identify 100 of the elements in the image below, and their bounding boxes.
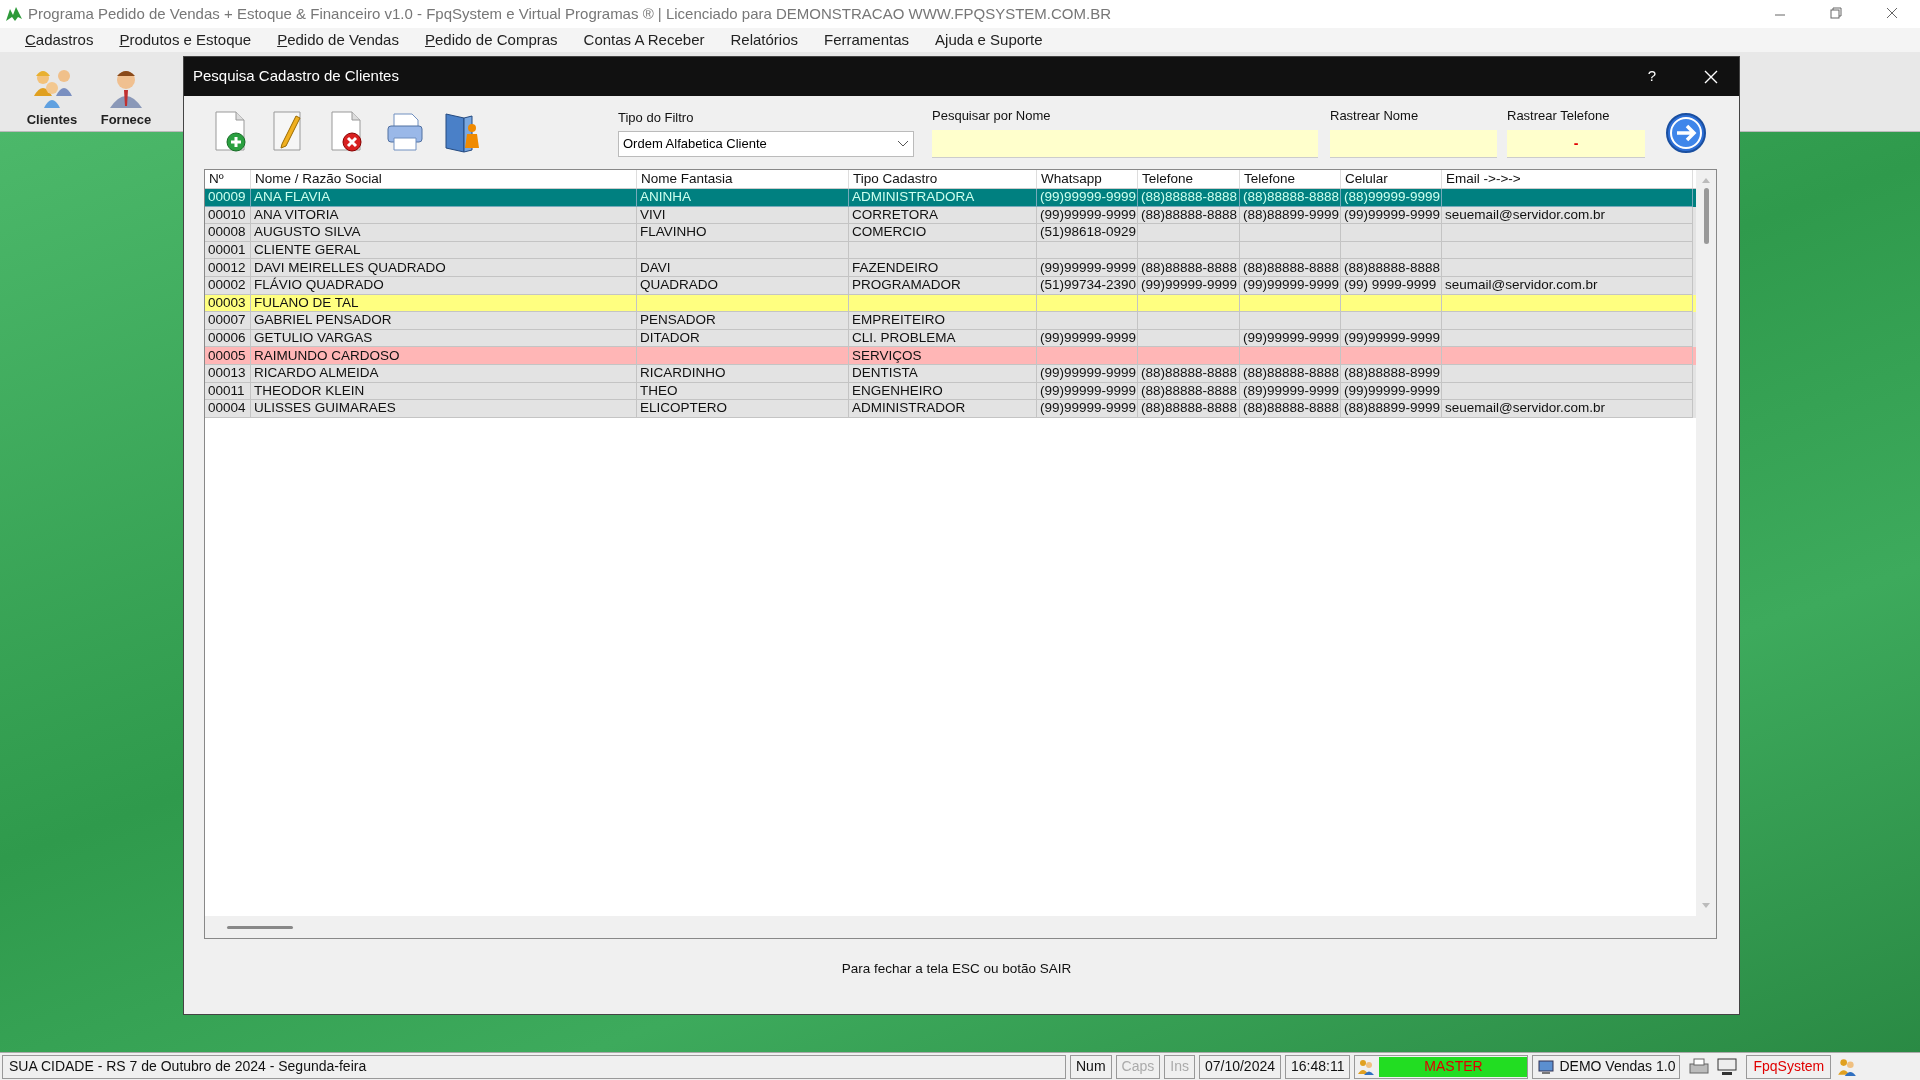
menu-item[interactable]: Produtos e Estoque xyxy=(106,28,265,52)
table-cell: 00002 xyxy=(205,276,251,295)
printer-icon[interactable] xyxy=(1688,1056,1711,1077)
table-row[interactable]: 00004 ULISSES GUIMARAES ELICOPTERO ADMINISTRADOR (99)99999-9999 (88)88888-8888 (88)88888-8888 (88)88899-9999 seuemail@servidor.com.br xyxy=(205,400,1696,418)
field-label: Rastrear Telefone xyxy=(1507,107,1611,125)
help-button[interactable]: ? xyxy=(1647,65,1656,88)
column-header[interactable]: Nome Fantasia xyxy=(637,170,849,188)
users-icon[interactable] xyxy=(1837,1056,1858,1077)
user-badge: MASTER xyxy=(1379,1056,1528,1077)
field-label: Tipo do Filtro xyxy=(618,109,695,127)
table-cell: RAIMUNDO CARDOSO xyxy=(251,347,637,365)
table-cell: seuemail@servidor.com.br xyxy=(1442,400,1693,418)
table-cell: (88)88888-8888 xyxy=(1138,364,1240,383)
table-row[interactable]: 00007 GABRIEL PENSADOR PENSADOR EMPREITEIRO xyxy=(205,312,1696,330)
table-cell: 00013 xyxy=(205,364,251,383)
table-cell: PENSADOR xyxy=(637,312,849,330)
table-cell: ADMINISTRADORA xyxy=(849,189,1037,207)
table-cell: (99)99999-9999 xyxy=(1037,364,1138,383)
monitor-icon[interactable] xyxy=(1716,1056,1739,1077)
table-row[interactable]: 00008 AUGUSTO SILVA FLAVINHO COMERCIO (51)98618-0929 xyxy=(205,224,1696,242)
table-cell: (99)99999-9999 xyxy=(1037,189,1138,207)
table-cell: GABRIEL PENSADOR xyxy=(251,312,637,330)
table-cell: 00005 xyxy=(205,347,251,365)
table-cell: (88)88888-8888 xyxy=(1240,400,1341,418)
menu-item[interactable]: Ajuda e Suporte xyxy=(922,28,1056,52)
table-cell: 00009 xyxy=(205,189,251,207)
search-field[interactable] xyxy=(932,129,1318,158)
menu-item[interactable]: Pedido de Vendas xyxy=(264,28,412,52)
table-cell: FLAVINHO xyxy=(637,224,849,242)
dialog-title: Pesquisa Cadastro de Clientes xyxy=(193,66,399,87)
table-cell: (99)99999-9999 xyxy=(1037,400,1138,418)
table-cell: ULISSES GUIMARAES xyxy=(251,400,637,418)
table-cell: (51)99734-2390 xyxy=(1037,276,1138,295)
column-header[interactable]: Nome / Razão Social xyxy=(251,170,637,188)
table-cell: (88)88888-8888 xyxy=(1240,189,1341,207)
status-panel: Num xyxy=(1070,1054,1112,1079)
table-cell: QUADRADO xyxy=(637,276,849,295)
column-header[interactable]: Nº xyxy=(205,170,251,188)
table-cell: (99)99999-9999 xyxy=(1037,259,1138,277)
menu-item[interactable]: Contas A Receber xyxy=(570,28,718,52)
table-cell: RICARDO ALMEIDA xyxy=(251,364,637,383)
input-field[interactable]: - xyxy=(1507,129,1645,158)
table-cell: (88)88888-8888 xyxy=(1341,259,1442,277)
column-header[interactable]: Tipo Cadastro xyxy=(849,170,1037,188)
table-cell: FLÁVIO QUADRADO xyxy=(251,276,637,295)
restore-icon[interactable] xyxy=(1830,7,1842,19)
menu-item[interactable]: Cadastros xyxy=(12,28,107,52)
table-cell: (88)88888-8888 xyxy=(1138,259,1240,277)
status-text: SUA CIDADE - RS 7 de Outubro de 2024 - Segunda-feira xyxy=(2,1054,1066,1079)
table-cell: FAZENDEIRO xyxy=(849,259,1037,277)
table-cell: ELICOPTERO xyxy=(637,400,849,418)
table-cell: ANINHA xyxy=(637,189,849,207)
table-cell: COMERCIO xyxy=(849,224,1037,242)
table-cell: PROGRAMADOR xyxy=(849,276,1037,295)
brand-text: FpqSystem xyxy=(1746,1054,1832,1079)
table-cell: (88)88888-8888 xyxy=(1240,259,1341,277)
table-cell: (88)88888-8888 xyxy=(1138,189,1240,207)
column-header[interactable]: Telefone xyxy=(1240,170,1341,188)
status-panel: Ins xyxy=(1164,1054,1195,1079)
scroll-down-icon[interactable] xyxy=(1701,902,1711,910)
column-header[interactable]: Celular xyxy=(1341,170,1442,188)
menu-item[interactable]: Ferramentas xyxy=(811,28,923,52)
status-panel: 16:48:11 xyxy=(1285,1054,1351,1079)
version-text: DEMO Vendas 1.0 xyxy=(1559,1057,1676,1076)
column-header[interactable]: Telefone xyxy=(1138,170,1240,188)
status-panel: 07/10/2024 xyxy=(1198,1054,1281,1079)
column-header[interactable]: Email ->->-> xyxy=(1442,170,1693,188)
table-cell: 00012 xyxy=(205,259,251,277)
input-field[interactable] xyxy=(1330,129,1497,158)
horizontal-scrollbar[interactable] xyxy=(205,916,1716,938)
status-panel: Caps xyxy=(1115,1054,1161,1079)
table-cell: 00007 xyxy=(205,312,251,330)
table-cell: 00004 xyxy=(205,400,251,418)
table-cell: DAVI xyxy=(637,259,849,277)
table-cell: ANA FLAVIA xyxy=(251,189,637,207)
field-label: Pesquisar por Nome xyxy=(932,107,1052,125)
users-icon xyxy=(1357,1057,1376,1076)
window-title: Programa Pedido de Vendas + Estoque & Financeiro v1.0 - FpqSystem e Virtual Programas ® | Licenciado para DEMONSTRACAO WWW.FPQSYSTEM.COM.BR xyxy=(28,3,1111,24)
menu-item[interactable]: Pedido de Compras xyxy=(411,28,571,52)
table-cell: (88)99999-9999 xyxy=(1341,189,1442,207)
scroll-up-icon[interactable] xyxy=(1701,176,1711,184)
table-cell: (88)88899-9999 xyxy=(1341,400,1442,418)
menu-item[interactable]: Relatórios xyxy=(717,28,811,52)
column-header[interactable]: Whatsapp xyxy=(1037,170,1138,188)
table-row[interactable]: 00005 RAIMUNDO CARDOSO SERVIÇOS xyxy=(205,347,1696,365)
filter-dropdown[interactable]: Ordem Alfabetica Cliente xyxy=(618,130,914,157)
table-cell: ADMINISTRADOR xyxy=(849,400,1037,418)
field-label: Rastrear Nome xyxy=(1330,107,1420,125)
arrow-right-icon[interactable] xyxy=(1665,112,1707,154)
table-cell: AUGUSTO SILVA xyxy=(251,224,637,242)
app-logo-icon xyxy=(4,5,24,23)
vertical-scrollbar[interactable] xyxy=(1696,170,1716,916)
toolbar-button[interactable]: Clientes xyxy=(22,65,82,129)
toolbar-button[interactable]: Fornece xyxy=(96,65,156,129)
table-cell: RICARDINHO xyxy=(637,364,849,383)
table-cell: (99) 9999-9999 xyxy=(1341,276,1442,295)
computer-icon xyxy=(1537,1057,1556,1076)
table-row[interactable]: 00012 DAVI MEIRELLES QUADRADO DAVI FAZENDEIRO (99)99999-9999 (88)88888-8888 (88)88888-8888 (88)88888-8888 xyxy=(205,259,1696,277)
hint-text: Para fechar a tela ESC ou botão SAIR xyxy=(841,960,1072,978)
table-row[interactable]: 00009 ANA FLAVIA ANINHA ADMINISTRADORA (99)99999-9999 (88)88888-8888 (88)88888-8888 (88)99999-9999 xyxy=(205,189,1696,207)
